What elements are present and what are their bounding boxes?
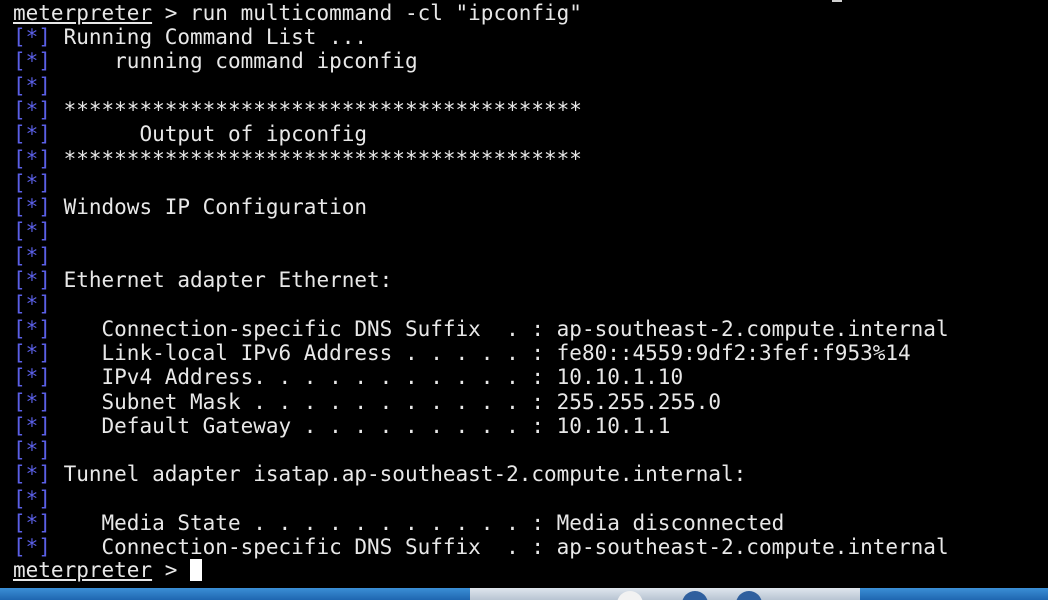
output-text: Default Gateway . . . . . . . . . : 10.1… (50, 413, 671, 438)
status-tag: [*] (13, 389, 51, 414)
output-line: [*] (13, 438, 51, 462)
output-line: [*] ************************************… (13, 147, 582, 171)
output-line: [*] Link-local IPv6 Address . . . . . : … (13, 341, 911, 365)
prompt-label-final: meterpreter (13, 558, 153, 582)
output-line: [*] (13, 171, 51, 195)
terminal-window[interactable]: meterpreter > run multicommand -cl "ipco… (0, 0, 1048, 588)
output-text: running command ipconfig (50, 49, 418, 74)
output-line: [*] Media State . . . . . . . . . . . : … (13, 511, 784, 535)
output-line: [*] (13, 74, 51, 98)
status-tag: [*] (13, 25, 51, 49)
output-text: Output of ipconfig (50, 122, 368, 147)
status-tag: [*] (13, 170, 51, 195)
output-line: [*] Tunnel adapter isatap.ap-southeast-2… (13, 462, 746, 486)
text-cursor (190, 559, 203, 581)
status-tag: [*] (13, 486, 51, 511)
command-text: > run multicommand -cl "ipconfig" (152, 1, 582, 25)
output-line: [*] (13, 487, 51, 511)
output-text: Connection-specific DNS Suffix . : ap-so… (50, 535, 949, 560)
output-line: [*] Ethernet adapter Ethernet: (13, 268, 392, 292)
prompt-suffix: > (152, 558, 191, 582)
status-tag: [*] (13, 438, 51, 463)
output-text: IPv4 Address. . . . . . . . . . . : 10.1… (50, 365, 684, 390)
output-text: Subnet Mask . . . . . . . . . . . : 255.… (50, 389, 722, 414)
output-line: [*] Default Gateway . . . . . . . . . : … (13, 414, 670, 438)
title-fragment (832, 0, 842, 2)
status-tag: [*] (13, 49, 51, 74)
output-text: Connection-specific DNS Suffix . : ap-so… (50, 316, 949, 341)
output-text: Ethernet adapter Ethernet: (50, 268, 393, 292)
input-line[interactable]: meterpreter > (13, 558, 203, 582)
status-tag: [*] (13, 243, 51, 268)
taskbar-app-strip[interactable] (470, 588, 860, 600)
status-tag: [*] (13, 219, 51, 244)
output-text: Running Command List ... (50, 25, 368, 49)
output-line: [*] Subnet Mask . . . . . . . . . . . : … (13, 390, 721, 414)
output-line: [*] Output of ipconfig (13, 122, 367, 146)
status-tag: [*] (13, 462, 51, 487)
output-text: Tunnel adapter isatap.ap-southeast-2.com… (50, 462, 747, 487)
prompt-label: meterpreter (13, 1, 153, 25)
status-tag: [*] (13, 195, 51, 220)
output-line: [*] running command ipconfig (13, 49, 418, 73)
status-tag: [*] (13, 340, 51, 365)
status-tag: [*] (13, 292, 51, 317)
output-line: [*] (13, 244, 51, 268)
status-tag: [*] (13, 413, 51, 438)
output-text: ****************************************… (50, 97, 582, 122)
status-tag: [*] (13, 146, 51, 171)
output-text: ****************************************… (50, 146, 582, 171)
command-line: meterpreter > run multicommand -cl "ipco… (13, 1, 582, 25)
output-line: [*] (13, 292, 51, 316)
taskbar[interactable] (0, 588, 1048, 600)
output-line: [*] IPv4 Address. . . . . . . . . . . : … (13, 365, 683, 389)
status-tag: [*] (13, 73, 51, 98)
output-text: Link-local IPv6 Address . . . . . : fe80… (50, 340, 911, 365)
status-tag: [*] (13, 316, 51, 341)
output-line: [*] Connection-specific DNS Suffix . : a… (13, 535, 949, 559)
status-tag: [*] (13, 511, 51, 535)
status-tag: [*] (13, 97, 51, 122)
status-tag: [*] (13, 268, 51, 292)
output-text: Windows IP Configuration (50, 195, 368, 220)
output-line: [*] (13, 219, 51, 243)
status-tag: [*] (13, 535, 51, 560)
output-line: [*] Windows IP Configuration (13, 195, 367, 219)
status-tag: [*] (13, 365, 51, 390)
output-line: [*] Running Command List ... (13, 25, 367, 49)
output-line: [*] ************************************… (13, 98, 582, 122)
status-tag: [*] (13, 122, 51, 147)
output-text: Media State . . . . . . . . . . . : Medi… (50, 511, 785, 535)
output-line: [*] Connection-specific DNS Suffix . : a… (13, 317, 949, 341)
